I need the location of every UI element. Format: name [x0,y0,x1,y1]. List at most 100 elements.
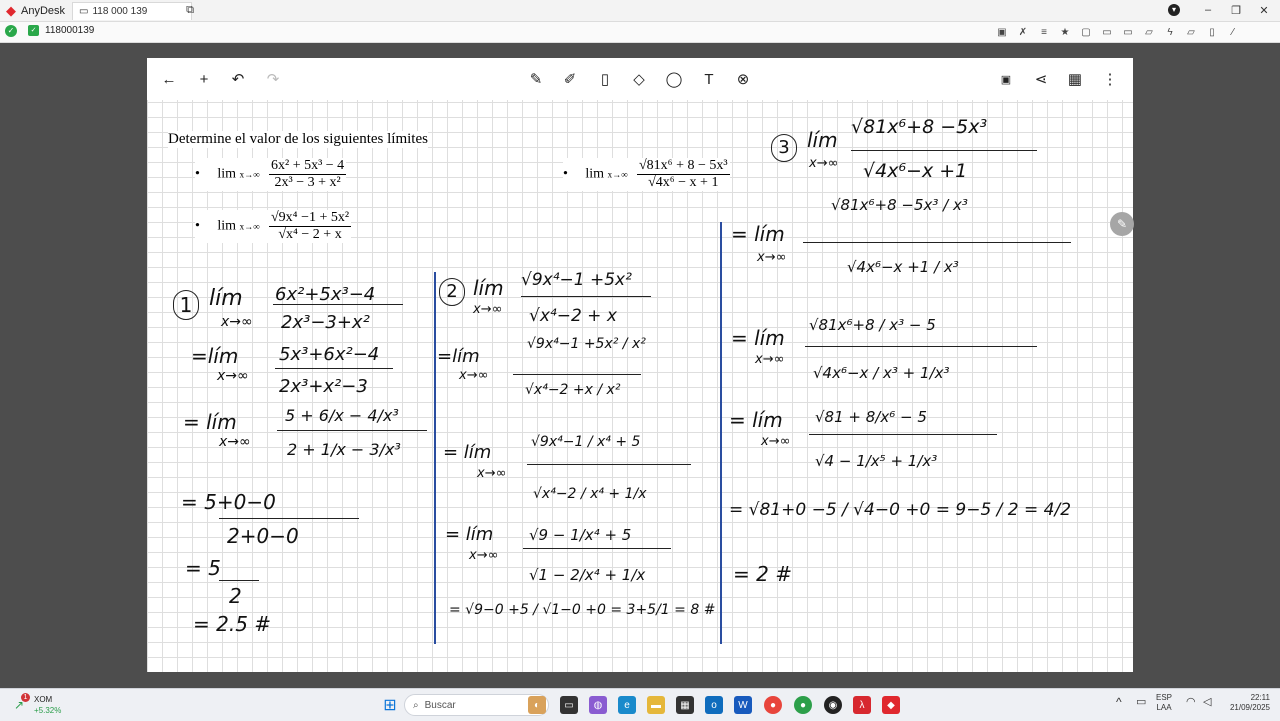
obs-icon[interactable]: ◉ [824,696,842,714]
highlighter-icon[interactable]: ▯ [595,69,615,89]
new-tab-icon[interactable]: ⧉ [180,2,200,18]
lim-label: lim [217,218,237,234]
word-icon[interactable]: W [734,696,752,714]
chrome-icon[interactable]: ● [764,696,782,714]
language-layout: LAA [1156,703,1172,712]
minimize-button[interactable]: – [1198,2,1218,18]
undo-icon[interactable]: ↶ [228,69,248,89]
grid-icon[interactable]: ▦ [1065,69,1085,89]
session-tab[interactable]: ▭ 118 000 139 [72,2,192,20]
plus-icon[interactable]: + [194,69,214,89]
outlook-icon[interactable]: o [705,696,723,714]
note-icon[interactable]: ▯ [1205,25,1219,39]
wrench-icon[interactable]: ✗ [1016,25,1030,39]
lim-subscript: x→∞ [239,221,260,232]
edge-icon[interactable]: e [618,696,636,714]
hw-result: = 2.5 # [193,612,272,636]
remote-screen: ← + ↶ ↷ ✎ ✐ ▯ ◇ ◯ T ⊗ ▣ ⋖ ▦ ⋮ Determine … [147,58,1134,672]
lim-subscript: x→∞ [469,548,499,563]
lim-label: = lím [443,442,492,463]
hw-numerator: √9x⁴−1 / x⁴ + 5 [531,434,641,450]
bullet-limit-1: • lim x→∞ 6x² + 5x³ − 4 2x³ − 3 + x² [195,158,347,191]
speech-icon[interactable]: ▱ [1142,25,1156,39]
close-button[interactable]: ✕ [1254,2,1274,18]
address-text: 118000139 [45,25,95,36]
hw-denominator: √1 − 2/x⁴ + 1/x [529,566,646,584]
widgets-icon[interactable]: ◐ [528,696,546,714]
anydesk-taskbar-icon[interactable]: ◆ [882,696,900,714]
stock-widget[interactable]: ↗ 1 XOM +5.32% [10,692,70,718]
task-view-icon[interactable]: ▭ [560,696,578,714]
tray-chevron-icon[interactable]: ^ [1116,696,1122,708]
hw-denominator: √4x⁶−x +1 / x³ [847,258,959,276]
fraction-denominator: √4x⁶ − x + 1 [648,175,719,190]
session-tab-label: 118 000 139 [92,6,148,17]
edit-icon[interactable]: ⁄ [1226,25,1240,39]
bullet-dot: • [195,166,214,182]
column-divider-1 [434,272,436,644]
restore-button[interactable]: ❐ [1226,2,1246,18]
lim-label: =lím [191,344,239,368]
wifi-icon[interactable]: ◠ [1186,697,1196,708]
windows-taskbar: ↗ 1 XOM +5.32% ⊞ ⌕ Buscar ◐ ▭ ◍ e ▬ ▦ o … [0,688,1280,721]
lim-label: = lím [731,326,785,350]
edit-pencil-icon[interactable]: ✎ [1110,212,1134,236]
menu-icon[interactable]: ▾ [1164,2,1184,18]
lasso-icon[interactable]: ◯ [664,69,684,89]
lim-label: = lím [731,222,785,246]
tray-app-icon[interactable]: ▭ [1136,697,1146,708]
file-explorer-icon[interactable]: ▬ [647,696,665,714]
grid-note-page[interactable]: Determine el valor de los siguientes lím… [147,100,1133,672]
address-field[interactable]: ✓ 118000139 [28,25,94,36]
fraction-bar [803,242,1071,243]
hw-denominator: 2 + 1/x − 3/x³ [287,440,401,459]
cancel-icon[interactable]: ⊗ [733,69,753,89]
column-divider-2 [720,222,722,644]
star-icon[interactable]: ★ [1058,25,1072,39]
acrobat-icon[interactable]: λ [853,696,871,714]
fraction-numerator: √9x⁴ −1 + 5x² [269,210,352,227]
lim-subscript: x→∞ [809,156,839,171]
language-indicator[interactable]: ESP LAA [1156,693,1172,713]
lim-label: = lím [183,410,237,434]
lim-subscript: x→∞ [755,352,785,367]
fraction-bar [809,434,997,435]
copilot-icon[interactable]: ◍ [589,696,607,714]
pen-icon[interactable]: ✎ [526,69,546,89]
redo-icon[interactable]: ↷ [263,69,283,89]
eraser-icon[interactable]: ◇ [629,69,649,89]
calculator-icon[interactable]: ▦ [676,696,694,714]
hw-denominator: 2x³−3+x² [281,312,370,333]
hw-numerator: √9x⁴−1 +5x² / x² [527,336,646,352]
clock[interactable]: 22:11 21/09/2025 [1224,693,1270,713]
chat-icon[interactable]: ▭ [1121,25,1135,39]
marker-icon[interactable]: ✐ [560,69,580,89]
hw-numerator: 6x²+5x³−4 [275,284,376,305]
fraction-bar [523,548,671,549]
bullet-limit-3: • lim x→∞ √81x⁶ + 8 − 5x³ √4x⁶ − x + 1 [563,158,730,191]
a-box-icon[interactable]: ▣ [996,69,1016,89]
share-icon[interactable]: ⋖ [1031,69,1051,89]
app-name: AnyDesk [21,4,66,17]
fraction-numerator: 6x² + 5x³ − 4 [269,158,347,175]
chrome-profile-icon[interactable]: ● [794,696,812,714]
hw-result: = √9−0 +5 / √1−0 +0 = 3+5/1 = 8 # [449,602,716,618]
text-icon[interactable]: T [699,69,719,89]
fraction-bar [851,150,1037,151]
lim-subscript: x→∞ [473,302,503,317]
fraction-numerator: √81x⁶ + 8 − 5x³ [637,158,730,175]
back-arrow-icon[interactable]: ← [159,69,179,89]
chat-bubble-icon[interactable]: ▱ [1184,25,1198,39]
lim-subscript: x→∞ [459,368,489,383]
layers-icon[interactable]: ≡ [1037,25,1051,39]
screen-icon[interactable]: ▣ [995,25,1009,39]
more-icon[interactable]: ⋮ [1100,69,1120,89]
lightning-icon[interactable]: ϟ [1163,25,1177,39]
start-icon[interactable]: ⊞ [381,696,399,714]
display-icon[interactable]: ▭ [1100,25,1114,39]
hw-numerator: √81x⁶+8 −5x³ [851,116,988,138]
anydesk-logo-icon: ◆ [6,2,16,18]
clock-time: 22:11 [1250,693,1270,702]
speaker-icon[interactable]: ◁ [1203,697,1211,708]
file-icon[interactable]: ▢ [1079,25,1093,39]
